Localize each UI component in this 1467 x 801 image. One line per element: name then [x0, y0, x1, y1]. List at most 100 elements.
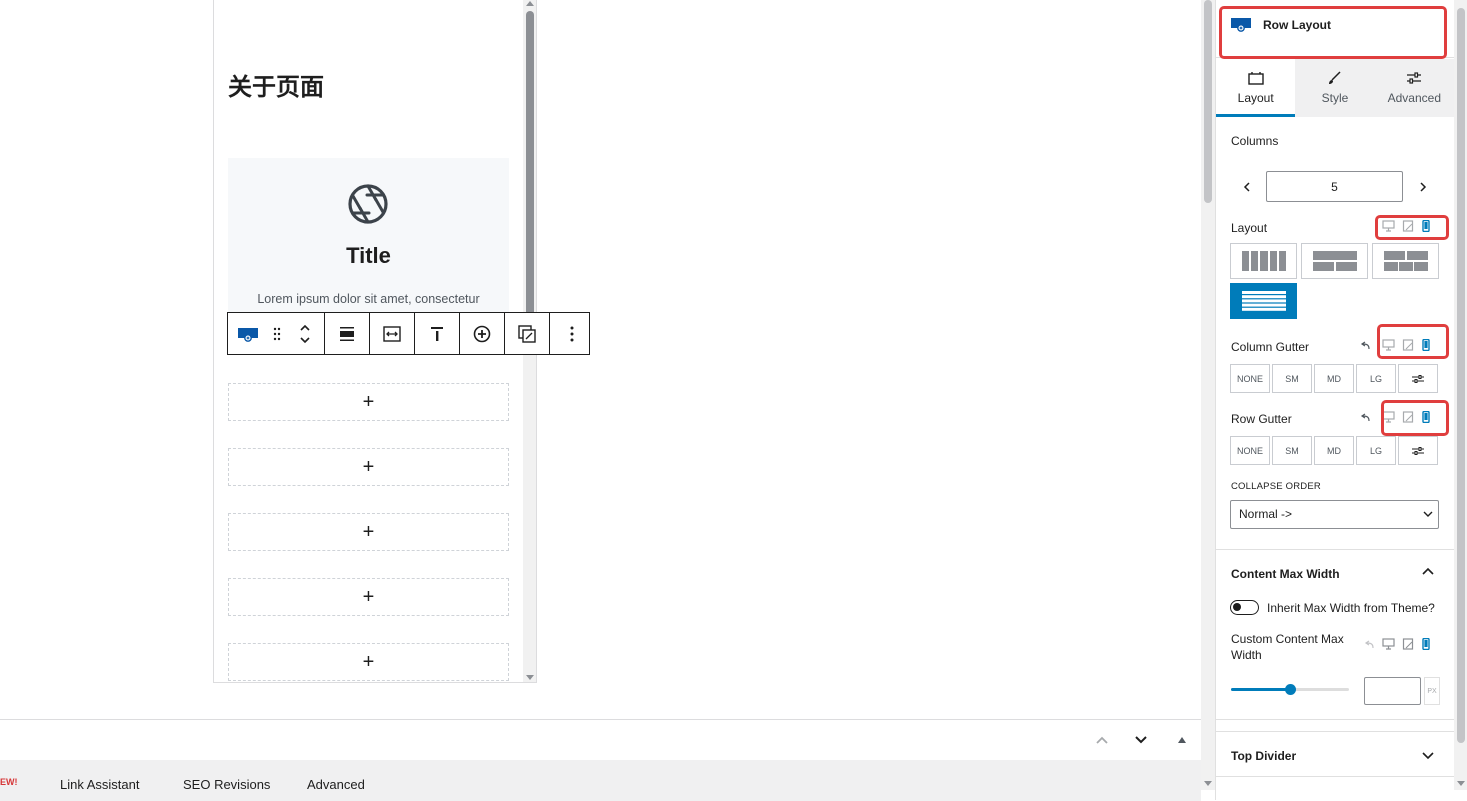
add-block-button[interactable]: + [228, 578, 509, 616]
chevron-right-icon[interactable] [1419, 182, 1427, 192]
top-divider-title[interactable]: Top Divider [1231, 749, 1296, 763]
sidebar-scrollbar[interactable] [1454, 0, 1467, 790]
drag-handle-icon[interactable] [268, 313, 286, 354]
desktop-icon[interactable] [1382, 638, 1395, 650]
info-box-block[interactable]: Title Lorem ipsum dolor sit amet, consec… [228, 158, 509, 318]
layout-option-grid[interactable] [1372, 243, 1439, 279]
scroll-down-arrow[interactable] [1457, 781, 1465, 786]
toolbar-group-block [228, 313, 325, 354]
add-block-button[interactable]: + [228, 448, 509, 486]
columns-label: Columns [1231, 134, 1279, 148]
inspector-tabs: Layout Style Advanced [1216, 59, 1454, 117]
max-width-input[interactable] [1364, 677, 1421, 705]
device-switcher [1382, 638, 1431, 650]
collapse-order-label: COLLAPSE ORDER [1231, 481, 1321, 492]
layout-option-stacked[interactable] [1230, 283, 1297, 319]
layout-icon [1247, 72, 1264, 85]
chevron-down-icon[interactable] [1422, 752, 1434, 760]
highlight-box [1219, 6, 1447, 59]
tablet-icon[interactable] [1402, 638, 1414, 650]
scroll-up-arrow[interactable] [526, 1, 534, 6]
info-box-text[interactable]: Lorem ipsum dolor sit amet, consectetur [228, 292, 509, 306]
chevron-down-icon [1423, 511, 1433, 517]
tab-advanced[interactable]: Advanced [307, 777, 365, 792]
divider [1216, 719, 1454, 720]
canvas-scroll-thumb[interactable] [1204, 0, 1212, 203]
chevron-up-icon[interactable] [1422, 567, 1434, 575]
chevron-down-icon[interactable] [1134, 735, 1148, 745]
copy-styles-icon[interactable] [505, 313, 549, 354]
collapse-order-select[interactable]: Normal -> [1230, 500, 1439, 529]
add-column-icon[interactable] [460, 313, 504, 354]
gutter-none-button[interactable]: NONE [1230, 436, 1270, 465]
reset-icon[interactable] [1364, 640, 1374, 649]
block-toolbar [227, 312, 590, 355]
toolbar-group-valign [415, 313, 460, 354]
vertical-align-top-icon[interactable] [415, 313, 459, 354]
slider-handle[interactable] [1285, 684, 1296, 695]
content-width-icon[interactable] [370, 313, 414, 354]
gutter-md-button[interactable]: MD [1314, 436, 1354, 465]
row-layout-block-icon[interactable] [228, 313, 268, 354]
scroll-down-arrow[interactable] [526, 675, 534, 680]
collapse-triangle-icon[interactable] [1178, 737, 1186, 743]
tab-advanced-label: Advanced [1387, 91, 1441, 105]
gutter-lg-button[interactable]: LG [1356, 436, 1396, 465]
align-full-icon[interactable] [325, 313, 369, 354]
gutter-sm-button[interactable]: SM [1272, 436, 1312, 465]
preview-scroll-thumb[interactable] [526, 11, 534, 321]
sliders-icon [1412, 374, 1424, 383]
divider [1216, 731, 1454, 732]
reset-icon[interactable] [1360, 413, 1370, 422]
editor-canvas: 关于页面 Title Lorem ipsum dolor sit amet, c… [0, 0, 1201, 720]
tab-seo-revisions[interactable]: SEO Revisions [183, 777, 270, 792]
gutter-custom-button[interactable] [1398, 436, 1438, 465]
sliders-icon [1412, 446, 1424, 455]
sidebar-scroll-thumb[interactable] [1457, 8, 1465, 743]
content-max-width-title[interactable]: Content Max Width [1231, 567, 1340, 581]
toolbar-group-copy [505, 313, 550, 354]
tab-style[interactable]: Style [1295, 59, 1374, 117]
layout-option-five-cols[interactable] [1230, 243, 1297, 279]
add-block-button[interactable]: + [228, 383, 509, 421]
scroll-down-arrow[interactable] [1204, 781, 1212, 786]
inherit-width-toggle[interactable] [1230, 600, 1259, 615]
gutter-md-button[interactable]: MD [1314, 364, 1354, 393]
add-block-button[interactable]: + [228, 513, 509, 551]
move-up-down-icon[interactable] [286, 313, 324, 354]
tab-layout-label: Layout [1237, 91, 1274, 105]
add-block-button[interactable]: + [228, 643, 509, 681]
toolbar-group-more [550, 313, 594, 354]
gutter-sm-button[interactable]: SM [1272, 364, 1312, 393]
block-inspector: Row Layout Layout Style Advanced Columns… [1215, 0, 1467, 800]
brush-icon [1328, 71, 1341, 84]
gutter-lg-button[interactable]: LG [1356, 364, 1396, 393]
metabox-tabs [0, 760, 1201, 801]
more-options-icon[interactable] [550, 313, 594, 354]
toggle-knob [1233, 603, 1241, 611]
column-gutter-label: Column Gutter [1231, 340, 1310, 354]
reset-icon[interactable] [1360, 341, 1370, 350]
mobile-icon[interactable] [1421, 638, 1431, 650]
divider [1216, 549, 1454, 550]
highlight-box [1377, 324, 1449, 359]
highlight-box [1381, 400, 1449, 436]
metabox-area: EW! Link Assistant SEO Revisions Advance… [0, 719, 1201, 801]
tab-advanced[interactable]: Advanced [1375, 59, 1454, 117]
page-heading[interactable]: 关于页面 [228, 67, 324, 102]
toolbar-group-width [370, 313, 415, 354]
gutter-none-button[interactable]: NONE [1230, 364, 1270, 393]
unit-label[interactable]: PX [1424, 677, 1440, 705]
layout-option-two-rows[interactable] [1301, 243, 1368, 279]
columns-input[interactable]: 5 [1266, 171, 1403, 202]
canvas-scrollbar[interactable] [1201, 0, 1215, 790]
tab-style-label: Style [1321, 91, 1349, 105]
chevron-up-icon[interactable] [1095, 735, 1109, 745]
info-box-title[interactable]: Title [228, 243, 509, 269]
highlight-box [1375, 215, 1449, 240]
chevron-left-icon[interactable] [1243, 182, 1251, 192]
tab-layout[interactable]: Layout [1216, 59, 1296, 117]
max-width-slider[interactable] [1231, 684, 1349, 695]
gutter-custom-button[interactable] [1398, 364, 1438, 393]
tab-link-assistant[interactable]: Link Assistant [60, 777, 140, 792]
